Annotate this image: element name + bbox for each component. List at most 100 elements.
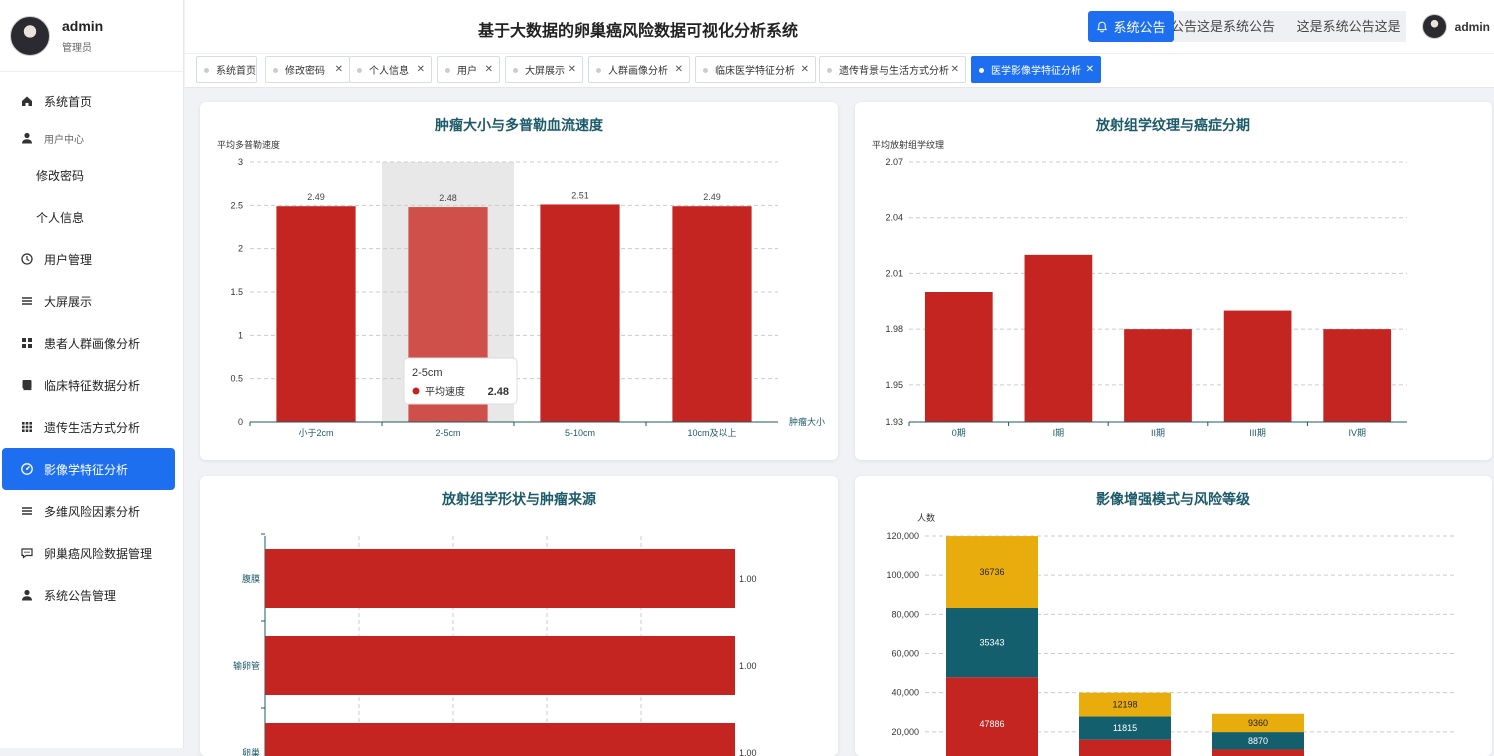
bar[interactable] [265,549,735,608]
sidebar-item-4[interactable]: 用户管理 [0,238,183,280]
avatar[interactable] [10,15,50,56]
tab-4[interactable]: 大屏展示 ✕ [505,56,583,83]
data-label: 9360 [1248,718,1268,728]
notice-button[interactable]: 系统公告 [1088,11,1174,42]
bar[interactable] [1323,329,1392,422]
y-tick-label: 2.04 [885,213,903,223]
list-icon [20,294,34,308]
bar[interactable] [540,204,620,422]
sidebar-item-1[interactable]: 用户中心 [0,122,183,154]
y-tick-label: 60,000 [891,649,919,659]
tooltip: 2-5cm 平均速度 2.48 [403,357,518,405]
sidebar-item-label: 系统首页 [44,94,93,109]
sidebar-item-7[interactable]: 临床特征数据分析 [0,364,183,406]
y-tick-label: 0 [238,417,243,427]
sidebar-item-3[interactable]: 个人信息 [0,196,183,238]
bar[interactable] [265,723,735,756]
grid-icon [20,336,34,350]
bar-chart-shape-source: 放射组学形状与肿瘤来源 1.00 腹膜 1.00 输卵管 1.00 卵巢 [233,491,757,756]
tab-label: 大屏展示 [525,66,565,77]
y-tick-label: 20,000 [891,727,919,737]
sidebar-item-2[interactable]: 修改密码 [0,154,183,196]
x-tick-label: 5-10cm [565,428,595,438]
close-icon[interactable]: ✕ [568,64,576,75]
bar[interactable] [1223,310,1292,422]
y-tick-label: 1 [238,330,243,340]
sidebar-item-9[interactable]: 影像学特征分析 [2,448,175,490]
tab-label: 人群画像分析 [608,66,668,77]
tab-0[interactable]: 系统首页 [196,56,257,83]
tab-label: 医学影像学特征分析 [991,66,1081,77]
bell-icon [1097,21,1108,32]
sidebar-item-label: 个人信息 [36,210,85,225]
header-username: admin [1454,19,1490,34]
stack-segment[interactable] [946,677,1038,756]
tooltip-marker [412,387,420,395]
sidebar-username: admin [62,17,104,34]
sidebar-item-label: 患者人群画像分析 [44,336,141,351]
bar[interactable] [672,206,752,422]
sidebar-item-5[interactable]: 大屏展示 [0,280,183,322]
bar-chart-tumor-doppler: 肿瘤大小与多普勒血流速度平均多普勒速度 0 0.5 1 1.5 2 2.5 3 2.49 小于2c… [217,117,825,438]
tab-1[interactable]: 修改密码 ✕ [265,56,350,83]
tooltip-title: 2-5cm [412,367,443,379]
tab-7[interactable]: 遗传背景与生活方式分析 ✕ [819,56,966,83]
sidebar-item-label: 系统公告管理 [44,588,117,603]
bar[interactable] [1024,254,1093,422]
y-tick-label: 2.01 [885,268,903,278]
bar[interactable] [265,636,735,695]
close-icon[interactable]: ✕ [485,64,493,75]
y-axis-label: 平均放射组学纹理 [872,139,944,150]
tab-label: 个人信息 [369,66,409,77]
person-icon [20,588,34,602]
tab-3[interactable]: 用户 ✕ [437,56,500,83]
close-icon[interactable]: ✕ [951,64,959,75]
clock-icon [20,252,34,266]
y-tick-label: 3 [238,157,243,167]
gauge-icon [20,462,34,476]
sidebar-item-label: 用户管理 [44,252,93,267]
sidebar-item-6[interactable]: 患者人群画像分析 [0,322,183,364]
header-avatar[interactable] [1421,14,1447,39]
tab-5[interactable]: 人群画像分析 ✕ [588,56,690,83]
close-icon[interactable]: ✕ [417,64,425,75]
bar[interactable] [276,206,356,422]
sidebar-item-12[interactable]: 系统公告管理 [0,574,183,616]
apps-icon [20,420,34,434]
y-tick-label: 2.5 [230,200,243,210]
tab-8[interactable]: 医学影像学特征分析 ✕ [971,56,1101,83]
sidebar-item-label: 卵巢癌风险数据管理 [44,546,153,561]
header: 基于大数据的卵巢癌风险数据可视化分析系统 系统公告 公告这是系统公告 这是系统公… [185,0,1494,54]
sidebar-item-label: 影像学特征分析 [44,462,129,477]
tab-label: 遗传背景与生活方式分析 [839,66,949,77]
bar[interactable] [924,292,993,422]
close-icon[interactable]: ✕ [335,64,343,75]
stack-segment[interactable] [1212,749,1304,756]
book-icon [20,378,34,392]
y-tick-label: 100,000 [886,570,919,580]
tooltip-value: 2.48 [488,386,509,398]
marquee-text: 公告这是系统公告 这是系统公告这是 [1174,19,1401,34]
close-icon[interactable]: ✕ [801,64,809,75]
sidebar-menu: 系统首页用户中心 修改密码个人信息用户管理大屏展示患者人群画像分析临床特征数据分析… [0,72,183,616]
data-label: 36736 [979,567,1004,577]
tabs-bar: 系统首页 修改密码 ✕ 个人信息 ✕ 用户 ✕ 大屏展示 ✕ 人群画像分析 ✕ 临床医学特征分析 ✕ 遗传… [185,54,1494,88]
sidebar-item-11[interactable]: 卵巢癌风险数据管理 [0,532,183,574]
notice-label: 系统公告 [1113,20,1166,35]
bar[interactable] [1124,329,1192,422]
tab-2[interactable]: 个人信息 ✕ [349,56,432,83]
y-tick-label: 120,000 [886,531,919,541]
chat-icon [20,546,34,560]
sidebar-item-0[interactable]: 系统首页 [0,80,183,122]
tooltip-series: 平均速度 [425,385,465,398]
close-icon[interactable]: ✕ [675,64,683,75]
y-tick-label: 1.93 [885,417,903,427]
y-tick-label: 1.95 [885,380,903,390]
header-user[interactable]: admin [1421,14,1490,39]
chart-card-shape-source: 放射组学形状与肿瘤来源 1.00 腹膜 1.00 输卵管 1.00 卵巢 [200,476,838,756]
sidebar-item-10[interactable]: 多维风险因素分析 [0,490,183,532]
data-label: 2.49 [703,192,721,202]
sidebar-item-8[interactable]: 遗传生活方式分析 [0,406,183,448]
close-icon[interactable]: ✕ [1086,64,1094,75]
tab-6[interactable]: 临床医学特征分析 ✕ [695,56,816,83]
